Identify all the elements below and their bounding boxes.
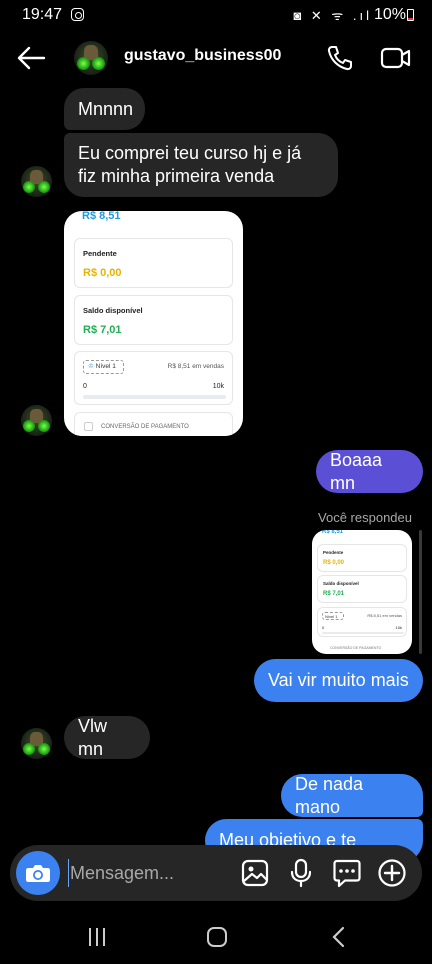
top-amount: R$ 8,51 [82, 211, 121, 222]
pending-label: Pendente [83, 249, 117, 258]
message-text: De nada mano [295, 773, 364, 817]
thumb-progress-bar [322, 632, 404, 634]
reply-indicator-line [419, 530, 422, 654]
chat-header: gustavo_business00 [0, 30, 432, 86]
message-incoming[interactable]: Mnnnn [64, 88, 145, 130]
balance-section: Saldo disponível R$ 7,01 [74, 295, 233, 345]
thumb-balance-value: R$ 7,01 [323, 591, 345, 597]
battery-icon [407, 9, 414, 21]
status-time: 19:47 [22, 6, 63, 23]
reply-label: Você respondeu [318, 510, 412, 525]
conversion-icon [84, 422, 93, 431]
video-call-icon[interactable] [380, 44, 412, 72]
pending-section: Pendente R$ 0,00 [74, 238, 233, 288]
home-icon[interactable] [202, 924, 232, 950]
thumb-level: Nível 1 R$ 8,51 em vendas 0 10k [317, 607, 407, 637]
instagram-notification-icon [71, 8, 84, 21]
thumb-level-badge: Nível 1 [322, 612, 344, 620]
message-composer [10, 845, 422, 901]
status-bar: 19:47 ◙ ✕ ᯤ .ıl 10% [0, 0, 432, 30]
message-text: Vai vir muito mais [268, 670, 409, 690]
conversion-section: CONVERSÃO DE PAGAMENTO [74, 412, 233, 436]
thumb-footer: CONVERSÃO DE PAGAMENTO [330, 646, 382, 650]
back-icon[interactable] [324, 924, 354, 950]
camera-icon [26, 865, 50, 882]
message-outgoing[interactable]: Boaaa mn [316, 450, 423, 493]
sender-avatar[interactable] [21, 728, 52, 759]
message-incoming[interactable]: Vlw mn [64, 716, 150, 759]
thumb-top-amount: R$ 8,51 [322, 530, 344, 535]
balance-label: Saldo disponível [83, 306, 143, 315]
pending-value: R$ 0,00 [83, 267, 122, 279]
message-outgoing[interactable]: De nada mano [281, 774, 423, 817]
message-input[interactable] [68, 859, 228, 887]
message-text: Mnnnn [78, 98, 134, 119]
contact-username[interactable]: gustavo_business00 [124, 47, 281, 65]
sales-progress-bar [83, 395, 226, 399]
thumb-sales-text: R$ 8,51 em vendas [367, 613, 402, 618]
contact-avatar[interactable] [74, 41, 108, 75]
system-navigation-bar [0, 910, 432, 964]
camera-button[interactable] [16, 851, 60, 895]
sales-text: R$ 8,51 em vendas [167, 363, 224, 370]
thumb-pending-label: Pendente [323, 550, 344, 555]
shared-image-screenshot[interactable]: R$ 8,51 Pendente R$ 0,00 Saldo disponíve… [64, 211, 243, 436]
sender-avatar[interactable] [21, 405, 52, 436]
message-incoming[interactable]: Eu comprei teu curso hj e já fiz minha p… [64, 133, 338, 197]
phone-icon[interactable] [326, 44, 354, 72]
message-text: Vlw mn [78, 715, 108, 759]
thumb-level-label: Nível 1 [325, 614, 338, 619]
level-badge: ♔ Nível 1 [83, 360, 124, 374]
level-label: Nível 1 [95, 363, 116, 370]
thumb-balance-label: Saldo disponível [323, 581, 359, 586]
range-max: 10k [212, 383, 224, 390]
message-outgoing[interactable]: Vai vir muito mais [254, 659, 423, 702]
range-min: 0 [83, 383, 87, 390]
balance-value: R$ 7,01 [83, 324, 122, 336]
replied-image-thumbnail[interactable]: R$ 8,51 Pendente R$ 0,00 Saldo disponíve… [312, 530, 412, 654]
thumb-balance: Saldo disponível R$ 7,01 [317, 575, 407, 603]
trophy-icon: ♔ [88, 363, 94, 370]
thumb-range-max: 10k [395, 625, 402, 630]
gallery-icon[interactable] [240, 858, 270, 888]
message-text: Eu comprei teu curso hj e já fiz minha p… [78, 143, 302, 186]
battery-percent: 10% [373, 6, 406, 23]
plus-icon[interactable] [377, 858, 407, 888]
thumb-range-min: 0 [322, 625, 325, 630]
microphone-icon[interactable] [286, 858, 316, 888]
message-text: Boaaa mn [330, 449, 383, 493]
recent-apps-icon[interactable] [82, 924, 112, 950]
thumb-pending-value: R$ 0,00 [323, 560, 345, 566]
conversion-footer: CONVERSÃO DE PAGAMENTO [101, 424, 189, 430]
system-status-icons: ◙ ✕ ᯤ .ıl [293, 8, 372, 23]
thumb-pending: Pendente R$ 0,00 [317, 544, 407, 572]
sticker-icon[interactable] [332, 858, 362, 888]
sender-avatar[interactable] [21, 166, 52, 197]
level-section: ♔ Nível 1 R$ 8,51 em vendas 0 10k [74, 351, 233, 405]
back-arrow-icon[interactable] [16, 44, 46, 72]
